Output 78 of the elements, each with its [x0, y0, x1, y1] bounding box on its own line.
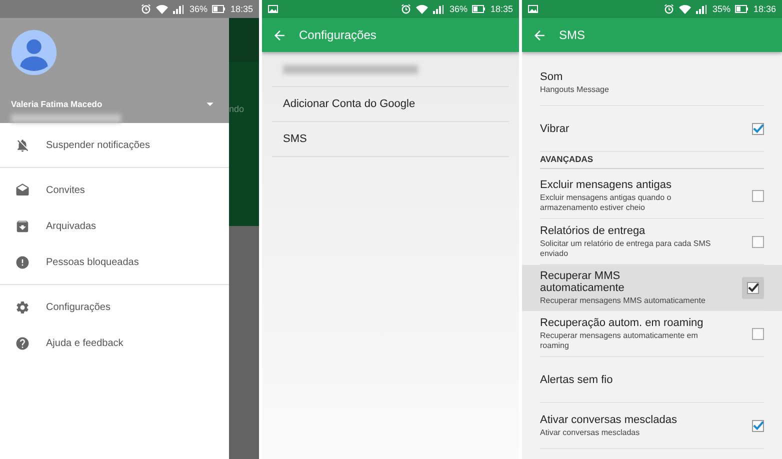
account-name: Valeria Fatima Macedo — [11, 99, 102, 110]
checkmark-icon — [752, 122, 764, 134]
menu-item[interactable]: Pessoas bloqueadas — [0, 244, 229, 280]
setting-title: Vibrar — [540, 122, 570, 134]
setting-row[interactable]: Excluir mensagens antigas Excluir mensagens antigas quando o armazenamento estiver cheio — [522, 173, 782, 219]
battery-percentage: 36% — [449, 4, 468, 14]
checkmark-icon — [748, 282, 759, 292]
menu-item[interactable]: Configurações — [0, 289, 229, 325]
alarm-icon — [401, 4, 412, 14]
setting-row[interactable]: Ativar conversas mescladas Ativar conversas mescladas — [522, 403, 782, 449]
back-button[interactable] — [272, 28, 287, 42]
clock-time: 18:35 — [490, 4, 513, 14]
setting-row[interactable]: Recuperar MMS automaticamente Recuperar mensagens MMS automaticamente — [522, 265, 782, 311]
setting-title: Alertas sem fio — [540, 374, 614, 386]
wifi-icon — [156, 4, 168, 14]
background-text: ndo — [229, 104, 244, 114]
clock-time: 18:36 — [753, 4, 776, 14]
envelope-icon — [15, 182, 30, 198]
battery-icon — [212, 5, 226, 13]
setting-row[interactable]: Som Hangouts Message — [522, 60, 782, 106]
menu-item-label: Ajuda e feedback — [46, 338, 124, 348]
archive-box-icon — [15, 218, 30, 234]
bell-off-icon — [15, 138, 30, 152]
menu-item-label: Pessoas bloqueadas — [46, 256, 139, 268]
menu-item-label: Arquivadas — [46, 220, 96, 232]
setting-summary: Excluir mensagens antigas quando o armazenamento estiver cheio — [540, 192, 672, 212]
setting-title: Ativar conversas mescladas — [540, 414, 678, 426]
checkbox[interactable] — [751, 327, 764, 340]
toolbar-title: Configurações — [299, 28, 376, 42]
menu-item-label: Configurações — [46, 302, 110, 312]
setting-title: Excluir mensagens antigas — [540, 178, 672, 190]
setting-summary: Recuperar mensagens MMS automaticamente — [540, 296, 706, 306]
picture-icon — [528, 5, 538, 13]
settings-item[interactable]: Adicionar Conta do Google — [272, 87, 509, 122]
checkbox[interactable] — [751, 419, 764, 432]
setting-title: Relatórios de entrega — [540, 224, 646, 236]
battery-percentage: 36% — [189, 4, 208, 14]
toolbar-title: SMS — [559, 28, 586, 42]
clock-time: 18:35 — [230, 4, 253, 14]
setting-title: Recuperar MMS automaticamente — [540, 270, 626, 294]
setting-summary: Recuperar mensagens automaticamente em roaming — [540, 330, 699, 350]
setting-title: Som — [540, 70, 564, 82]
picture-icon — [268, 5, 278, 13]
setting-row[interactable]: Vibrar — [522, 106, 782, 152]
setting-title: Recuperação autom. em roaming — [540, 316, 704, 328]
checkmark-icon — [752, 420, 764, 430]
signal-icon — [696, 4, 708, 14]
exclamation-icon — [15, 254, 30, 270]
checkbox[interactable] — [751, 189, 764, 202]
menu-item-label: Convites — [46, 184, 85, 196]
menu-item[interactable]: Suspender notificações — [0, 127, 229, 163]
back-button[interactable] — [532, 28, 547, 42]
avatar-icon — [11, 30, 57, 76]
alarm-icon — [664, 4, 674, 14]
wifi-icon — [416, 4, 428, 14]
setting-row[interactable]: Recuperação autom. em roaming Recuperar mensagens automaticamente em roaming — [522, 311, 782, 357]
battery-icon — [735, 5, 748, 13]
section-header: AVANÇADAS — [540, 154, 764, 169]
settings-icon — [15, 300, 30, 314]
battery-icon — [472, 5, 486, 13]
signal-icon — [173, 4, 184, 14]
setting-summary: Ativar conversas mescladas — [540, 428, 641, 438]
setting-summary: Hangouts Message — [540, 84, 610, 94]
settings-item[interactable]: SMS — [272, 122, 509, 157]
menu-item-label: Suspender notificações — [46, 140, 150, 150]
menu-item[interactable]: Arquivadas — [0, 208, 229, 244]
checkbox[interactable] — [742, 276, 764, 298]
setting-summary: Solicitar um relatório de entrega para cada SMS enviado — [540, 238, 712, 258]
wifi-icon — [679, 4, 692, 14]
menu-item[interactable]: Convites — [0, 172, 229, 208]
battery-percentage: 35% — [712, 4, 730, 14]
signal-icon — [433, 4, 444, 14]
help-icon — [15, 336, 30, 350]
setting-row[interactable]: Alertas sem fio — [522, 357, 782, 403]
menu-item[interactable]: Ajuda e feedback — [0, 325, 229, 361]
alarm-icon — [141, 4, 152, 14]
checkbox[interactable] — [751, 122, 764, 135]
checkbox[interactable] — [751, 235, 764, 248]
